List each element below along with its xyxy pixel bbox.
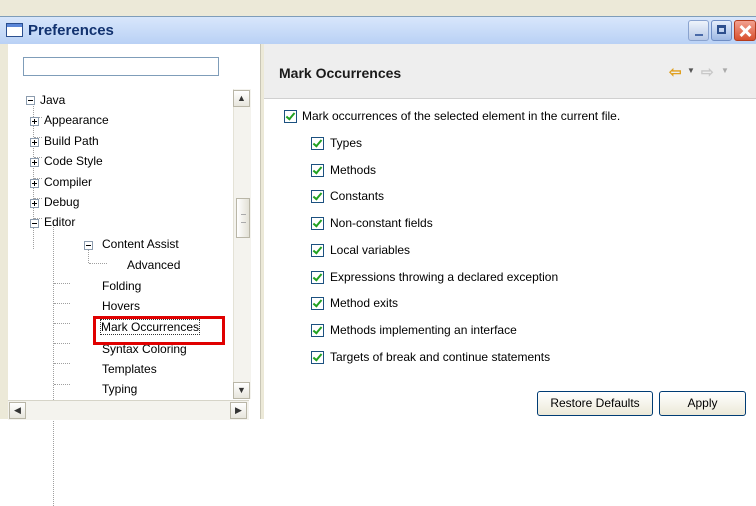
highlight-box [93,316,225,345]
tree-item-typing[interactable]: Typing [102,382,137,396]
option-label: Local variables [330,243,411,257]
scroll-left-icon[interactable]: ◀ [9,402,26,419]
tree-item-label: Appearance [44,113,109,127]
tree-item-label: Folding [102,279,142,293]
option-label: Targets of break and continue statements [330,350,551,364]
window-title: Preferences [28,22,114,39]
tree-item-label: Build Path [44,134,99,148]
option-label: Methods implementing an interface [330,323,517,337]
option-checkbox-types[interactable] [311,137,324,150]
apply-button[interactable]: Apply [659,391,746,416]
minimize-icon[interactable] [688,20,709,41]
option-label: Constants [330,189,385,203]
title-bar[interactable]: Preferences [0,16,756,44]
mark-occurrences-checkbox[interactable] [284,110,297,123]
tree-item-folding[interactable]: Folding [102,279,141,293]
tree-item-label: Typing [102,382,138,396]
tree-item-label: Editor [44,215,76,229]
mark-occurrences-label: Mark occurrences of the selected element… [302,109,621,123]
collapse-icon[interactable] [26,96,35,105]
dropdown-icon[interactable]: ▼ [721,66,729,75]
option-label: Expressions throwing a declared exceptio… [330,270,559,284]
scroll-thumb[interactable] [236,198,250,238]
tree-vertical-scrollbar[interactable] [233,89,251,399]
tree-horizontal-scrollbar[interactable] [8,400,249,420]
tree-item-label: Java [40,93,66,107]
expand-icon[interactable] [30,158,39,167]
window-icon [6,23,23,37]
tree-item-hovers[interactable]: Hovers [102,299,140,313]
tree-item-label: Code Style [44,154,103,168]
tree-item-label: Advanced [127,258,181,272]
maximize-icon[interactable] [711,20,732,41]
expand-icon[interactable] [30,179,39,188]
dropdown-icon[interactable]: ▼ [687,66,695,75]
close-icon[interactable] [734,20,756,41]
tree-item-label: Compiler [44,175,93,189]
scroll-right-icon[interactable]: ▶ [230,402,247,419]
scroll-down-icon[interactable]: ▼ [233,382,250,399]
back-arrow-icon[interactable]: ⇦ [669,63,682,81]
tree-item-label: Hovers [102,299,141,313]
collapse-icon[interactable] [84,241,93,250]
option-label: Types [330,136,363,150]
option-label: Method exits [330,296,399,310]
option-checkbox-method-exits[interactable] [311,297,324,310]
option-checkbox-expressions[interactable] [311,271,324,284]
option-checkbox-targets[interactable] [311,351,324,364]
expand-icon[interactable] [30,117,39,126]
tree-item-label: Templates [102,362,157,376]
tree-item-templates[interactable]: Templates [102,362,157,376]
scroll-up-icon[interactable]: ▲ [233,90,250,107]
option-label: Methods [330,163,377,177]
expand-icon[interactable] [30,138,39,147]
option-checkbox-methods-implementing[interactable] [311,324,324,337]
collapse-icon[interactable] [30,219,39,228]
page-title: Mark Occurrences [279,65,402,81]
expand-icon[interactable] [30,199,39,208]
option-label: Non-constant fields [330,216,433,230]
forward-arrow-icon[interactable]: ⇨ [701,63,714,81]
tree-item-label: Content Assist [102,237,179,251]
option-checkbox-non-constant-fields[interactable] [311,217,324,230]
option-checkbox-constants[interactable] [311,190,324,203]
preferences-window: Preferences Java Appearance Build Path C… [0,0,756,506]
tree-item-advanced[interactable]: Advanced [127,258,180,272]
filter-input[interactable] [23,57,219,76]
restore-defaults-button[interactable]: Restore Defaults [537,391,653,416]
option-checkbox-methods[interactable] [311,164,324,177]
tree-item-label: Debug [44,195,80,209]
option-checkbox-local-variables[interactable] [311,244,324,257]
